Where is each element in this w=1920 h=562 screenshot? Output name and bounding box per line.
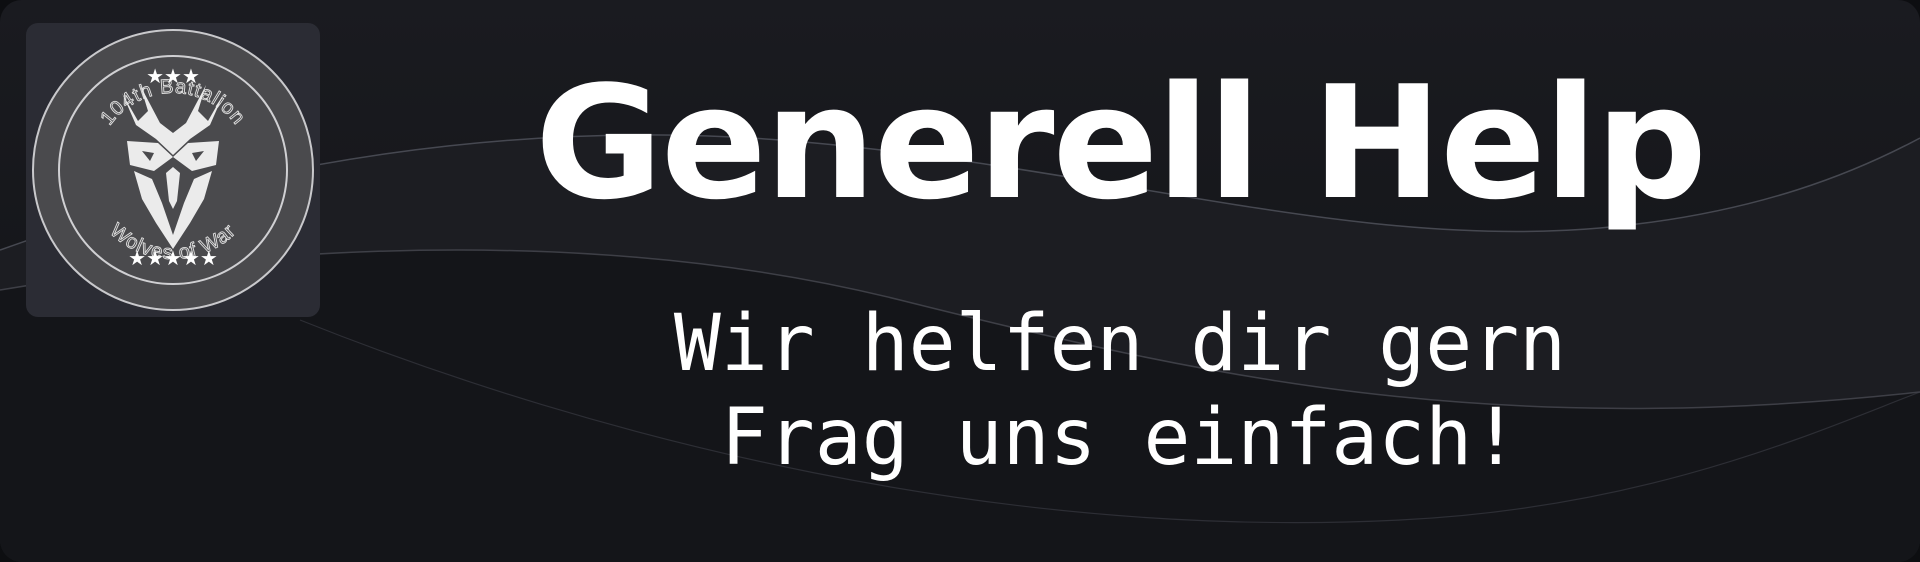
battalion-logo: 104th Battalion Wolves of War ★★★ ★★★★★	[26, 23, 320, 317]
logo-top-stars: ★★★	[146, 64, 200, 88]
subtitle-line-2: Frag uns einfach!	[720, 393, 1520, 483]
subtitle-line-1: Wir helfen dir gern	[673, 299, 1567, 389]
page-title: Generell Help	[534, 52, 1707, 234]
help-banner: 104th Battalion Wolves of War ★★★ ★★★★★ …	[0, 0, 1920, 562]
logo-bottom-stars: ★★★★★	[128, 246, 218, 270]
